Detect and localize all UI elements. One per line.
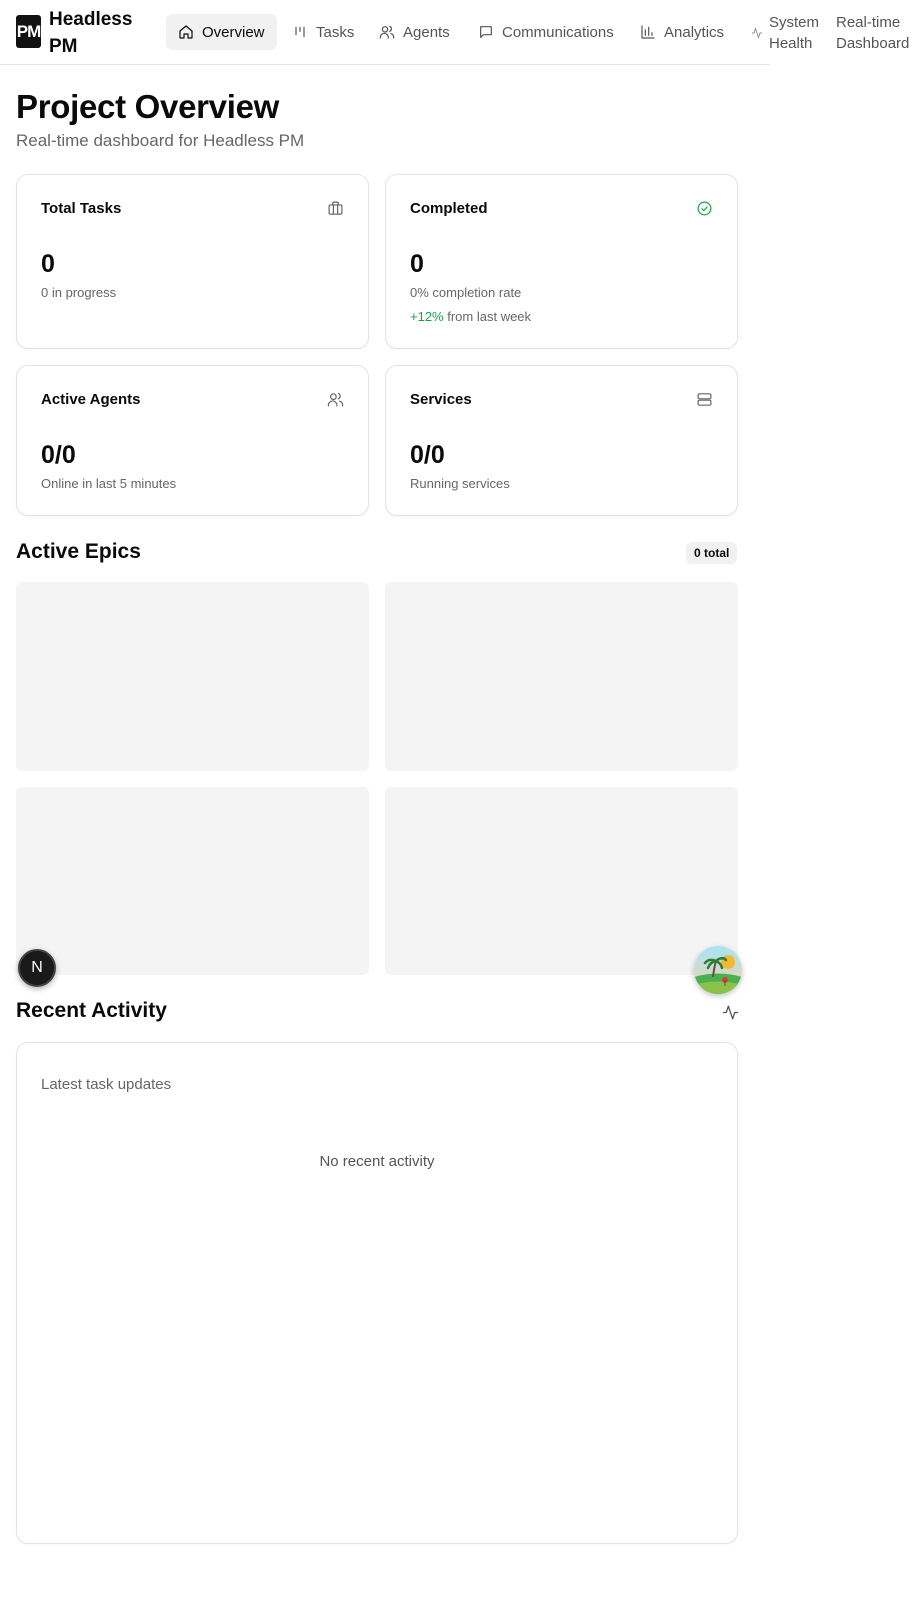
nav-agents-label: Agents [403, 23, 450, 41]
users-icon [379, 25, 395, 39]
stat-card-title: Active Agents [41, 391, 141, 408]
brand-name[interactable]: Headless PM [49, 6, 159, 60]
activity-icon [752, 27, 762, 39]
assistant-avatar-button[interactable] [694, 946, 742, 994]
trend-text: from last week [443, 309, 532, 324]
stat-card-title: Total Tasks [41, 200, 122, 217]
stat-card-total-tasks: Total Tasks 0 0 in progress [16, 174, 369, 349]
message-icon [480, 26, 492, 38]
stat-card-value: 0/0 [41, 441, 76, 469]
nav-analytics[interactable]: Analytics [628, 14, 736, 50]
logo-icon[interactable]: PM [16, 15, 41, 48]
trend-indicator: +12% from last week [410, 309, 531, 324]
nav-overview-label: Overview [202, 23, 265, 41]
island-icon [694, 946, 742, 994]
nav-communications[interactable]: Communications [466, 14, 626, 50]
stat-card-subtext: 0% completion rate [410, 285, 522, 300]
users-icon [327, 391, 344, 408]
stat-card-value: 0 [41, 250, 55, 278]
dev-tools-badge[interactable]: N [18, 949, 56, 987]
activity-card-description: Latest task updates [41, 1076, 172, 1093]
nav-realtime-dashboard-label: Real-time Dashboard [836, 14, 910, 52]
bar-chart-icon [641, 25, 655, 39]
nav-realtime-dashboard[interactable]: Real-time Dashboard [836, 12, 916, 54]
nav-agents[interactable]: Agents [367, 14, 462, 50]
stat-card-completed: Completed 0 0% completion rate +12% from… [385, 174, 738, 349]
server-icon [696, 391, 713, 408]
page-subtitle: Real-time dashboard for Headless PM [16, 131, 305, 150]
nav-overview[interactable]: Overview [166, 14, 277, 50]
nav-communications-label: Communications [502, 23, 614, 41]
activity-empty-state: No recent activity [319, 1153, 435, 1170]
nav-tasks[interactable]: Tasks [280, 14, 366, 50]
check-circle-icon [696, 200, 713, 217]
epics-count-badge: 0 total [686, 542, 738, 564]
nav-analytics-label: Analytics [664, 23, 725, 41]
stat-card-value: 0 [410, 250, 424, 278]
stat-card-subtext: Online in last 5 minutes [41, 476, 177, 491]
stat-card-value: 0/0 [410, 441, 445, 469]
trend-value: +12% [410, 309, 444, 324]
home-icon [179, 25, 193, 39]
kanban-icon [295, 26, 305, 38]
top-navigation-bar: PM Headless PM Overview Tasks Agents Com… [0, 0, 770, 65]
nav-tasks-label: Tasks [316, 23, 355, 41]
stat-card-active-agents: Active Agents 0/0 Online in last 5 minut… [16, 365, 369, 516]
epic-skeleton-card [16, 582, 369, 771]
stat-card-title: Services [410, 391, 472, 408]
epic-skeleton-card [385, 582, 738, 771]
nav-system-health[interactable]: System Health [752, 12, 829, 54]
page-title: Project Overview [16, 88, 280, 125]
epics-section-title: Active Epics [16, 540, 141, 563]
briefcase-icon [327, 200, 344, 217]
recent-activity-card: Latest task updates No recent activity [16, 1042, 738, 1544]
stat-card-title: Completed [410, 200, 488, 217]
stat-card-subtext: Running services [410, 476, 510, 491]
epic-skeleton-card [16, 787, 369, 975]
epic-skeleton-card [385, 787, 738, 975]
stat-card-subtext: 0 in progress [41, 285, 117, 300]
nav-system-health-label: System Health [769, 14, 820, 52]
activity-section-title: Recent Activity [16, 999, 167, 1022]
activity-icon [722, 1004, 739, 1021]
stat-card-services: Services 0/0 Running services [385, 365, 738, 516]
